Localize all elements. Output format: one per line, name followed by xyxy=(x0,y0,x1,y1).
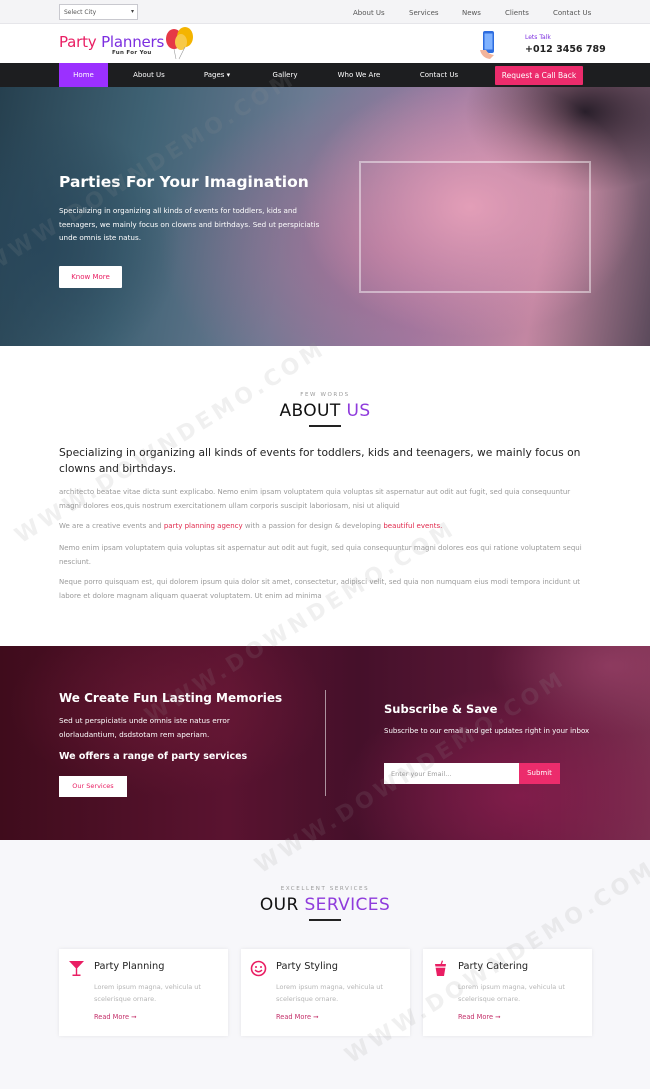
top-link-contact[interactable]: Contact Us xyxy=(553,9,591,17)
about-p2-b: with a passion for design & developing xyxy=(244,522,382,530)
about-paragraph-2: We are a creative events and party plann… xyxy=(59,519,589,533)
about-title: ABOUT US xyxy=(0,401,650,421)
caret-down-icon: ▾ xyxy=(226,71,231,79)
nav-pages[interactable]: Pages ▾ xyxy=(194,63,240,87)
service-desc: Lorem ipsum magna, vehicula ut scelerisq… xyxy=(458,983,565,1003)
service-card-party-catering: Party Catering Lorem ipsum magna, vehicu… xyxy=(423,949,592,1036)
smiley-face-icon xyxy=(250,960,267,977)
cocktail-glass-icon xyxy=(69,961,84,976)
hero-text: Specializing in organizing all kinds of … xyxy=(59,206,320,242)
hero-title: Parties For Your Imagination xyxy=(59,173,309,191)
about-title-a: ABOUT xyxy=(279,401,341,421)
about-paragraph-3: Nemo enim ipsam voluptatem quia voluptas… xyxy=(59,544,582,566)
email-input[interactable]: Enter your Email... xyxy=(384,763,519,784)
nav-pages-label: Pages xyxy=(203,71,225,79)
party-planning-agency-link[interactable]: party planning agency xyxy=(164,522,243,530)
service-title: Party Catering xyxy=(458,961,529,972)
services-title-underline xyxy=(309,919,341,921)
request-callback-button[interactable]: Request a Call Back xyxy=(495,66,583,85)
subscribe-text: Subscribe to our email and get updates r… xyxy=(384,727,590,735)
nav-contact-us[interactable]: Contact Us xyxy=(410,63,468,87)
logo-word-1: Party xyxy=(59,33,97,51)
about-title-b: US xyxy=(346,401,371,421)
top-link-clients[interactable]: Clients xyxy=(505,9,529,17)
services-eyebrow: EXCELLENT SERVICES xyxy=(280,886,370,892)
promo-text: Sed ut perspiciatis unde omnis iste natu… xyxy=(59,716,230,739)
services-section: EXCELLENT SERVICES OUR SERVICES Party Pl… xyxy=(0,840,650,1089)
top-link-about[interactable]: About Us xyxy=(353,9,385,17)
nav-about-us[interactable]: About Us xyxy=(122,63,176,87)
drink-cup-icon xyxy=(435,960,446,976)
service-title: Party Planning xyxy=(94,961,165,972)
promo-divider xyxy=(325,690,326,796)
read-more-link[interactable]: Read More ➞ xyxy=(458,1013,501,1021)
subscribe-title: Subscribe & Save xyxy=(384,702,498,716)
services-title-a: OUR xyxy=(259,895,299,915)
lets-talk-label: Lets Talk xyxy=(525,34,551,41)
top-link-news[interactable]: News xyxy=(462,9,481,17)
service-card-party-planning: Party Planning Lorem ipsum magna, vehicu… xyxy=(59,949,228,1036)
beautiful-events-link[interactable]: beautiful events. xyxy=(383,522,442,530)
phone-icon xyxy=(480,31,494,59)
hero-banner: Parties For Your Imagination Specializin… xyxy=(0,87,650,346)
hero-frame-decoration xyxy=(359,161,591,293)
services-title: OUR SERVICES xyxy=(0,895,650,915)
promo-subtitle: We offers a range of party services xyxy=(59,751,248,762)
logo-word-2: Planners xyxy=(101,33,165,51)
logo[interactable]: Party Planners xyxy=(59,33,164,51)
nav-gallery[interactable]: Gallery xyxy=(262,63,308,87)
promo-section: We Create Fun Lasting Memories Sed ut pe… xyxy=(0,646,650,840)
logo-tagline: Fun For You xyxy=(112,50,152,56)
nav-home[interactable]: Home xyxy=(59,63,108,87)
watermark: WWW.DOWNDEMO.COM xyxy=(10,336,331,549)
read-more-link[interactable]: Read More ➞ xyxy=(276,1013,319,1021)
promo-title: We Create Fun Lasting Memories xyxy=(59,691,283,705)
about-paragraph-4: Neque porro quisquam est, qui dolorem ip… xyxy=(59,578,581,600)
brand-bar: Party Planners Fun For You Lets Talk +01… xyxy=(0,24,650,63)
service-desc: Lorem ipsum magna, vehicula ut scelerisq… xyxy=(276,983,383,1003)
balloons-icon xyxy=(166,27,193,60)
services-title-b: SERVICES xyxy=(304,895,391,915)
service-card-party-styling: Party Styling Lorem ipsum magna, vehicul… xyxy=(241,949,410,1036)
about-paragraph-1: architecto beatae vitae dicta sunt expli… xyxy=(59,488,571,510)
service-title: Party Styling xyxy=(276,961,338,972)
service-desc: Lorem ipsum magna, vehicula ut scelerisq… xyxy=(94,983,201,1003)
about-lead: Specializing in organizing all kinds of … xyxy=(59,446,581,475)
phone-number[interactable]: +012 3456 789 xyxy=(525,44,606,55)
about-p2-a: We are a creative events and xyxy=(59,522,162,530)
about-title-underline xyxy=(309,425,341,427)
our-services-button[interactable]: Our Services xyxy=(59,776,127,797)
read-more-link[interactable]: Read More ➞ xyxy=(94,1013,137,1021)
top-bar: Select City ▾ About Us Services News Cli… xyxy=(0,0,650,24)
about-eyebrow: FEW WORDS xyxy=(300,392,350,398)
submit-button[interactable]: Submit xyxy=(519,763,560,784)
know-more-button[interactable]: Know More xyxy=(59,266,122,288)
nav-who-we-are[interactable]: Who We Are xyxy=(328,63,390,87)
top-link-services[interactable]: Services xyxy=(409,9,439,17)
top-links: About Us Services News Clients Contact U… xyxy=(0,9,650,19)
